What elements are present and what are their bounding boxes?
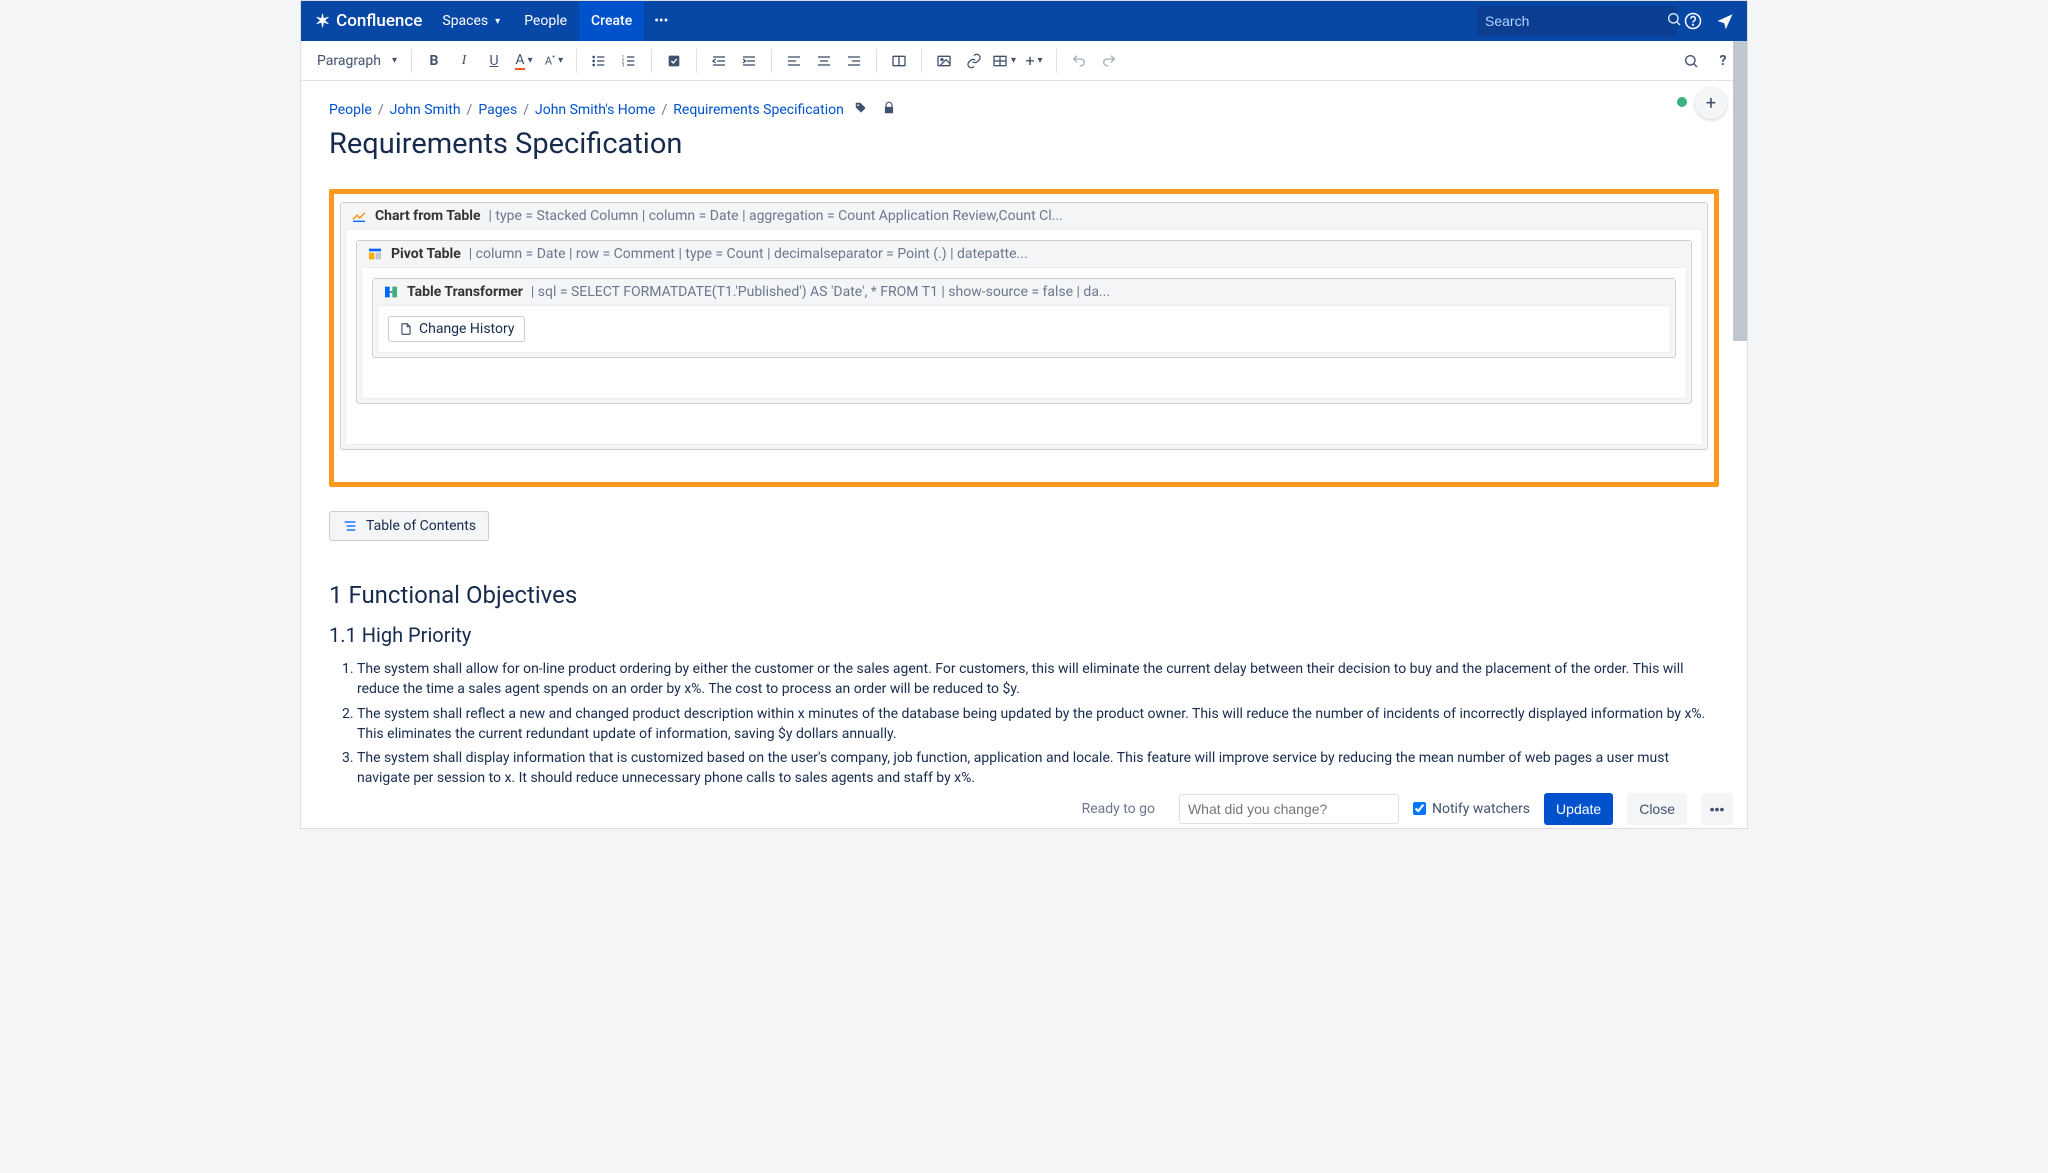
chart-icon bbox=[351, 208, 367, 224]
align-center-button[interactable] bbox=[810, 47, 838, 75]
numbered-list-button[interactable]: 123 bbox=[615, 47, 643, 75]
align-right-button[interactable] bbox=[840, 47, 868, 75]
heading-1[interactable]: 1 Functional Objectives bbox=[329, 581, 1719, 609]
pivot-icon bbox=[367, 246, 383, 262]
collab-status-icon bbox=[1677, 97, 1687, 107]
macro-params: | type = Stacked Column | column = Date … bbox=[489, 208, 1063, 224]
bold-button[interactable]: B bbox=[420, 47, 448, 75]
macro-params: | column = Date | row = Comment | type =… bbox=[469, 246, 1028, 262]
macro-params: | sql = SELECT FORMATDATE(T1.'Published'… bbox=[531, 284, 1110, 300]
redo-button[interactable] bbox=[1095, 47, 1123, 75]
nav-more[interactable]: ••• bbox=[644, 1, 678, 41]
close-button[interactable]: Close bbox=[1627, 793, 1687, 825]
page-icon bbox=[399, 322, 413, 336]
transformer-icon bbox=[383, 284, 399, 300]
heading-1-1[interactable]: 1.1 High Priority bbox=[329, 623, 1719, 647]
breadcrumb-link[interactable]: John Smith's Home bbox=[535, 102, 655, 118]
find-replace-button[interactable] bbox=[1677, 47, 1705, 75]
help-icon[interactable] bbox=[1677, 12, 1709, 30]
labels-icon[interactable] bbox=[850, 101, 872, 119]
svg-text:3: 3 bbox=[622, 62, 625, 68]
paragraph-style-select[interactable]: Paragraph bbox=[311, 53, 403, 69]
table-button[interactable] bbox=[990, 47, 1018, 75]
macro-name: Chart from Table bbox=[375, 208, 481, 224]
list-item[interactable]: The system shall reflect a new and chang… bbox=[357, 704, 1719, 745]
search-input[interactable] bbox=[1485, 13, 1666, 29]
highlighted-macro-block: Chart from Table | type = Stacked Column… bbox=[329, 189, 1719, 487]
align-left-button[interactable] bbox=[780, 47, 808, 75]
macro-pivot-table[interactable]: Pivot Table | column = Date | row = Comm… bbox=[356, 240, 1692, 404]
image-button[interactable] bbox=[930, 47, 958, 75]
italic-button[interactable]: I bbox=[450, 47, 478, 75]
link-button[interactable] bbox=[960, 47, 988, 75]
breadcrumb-link[interactable]: John Smith bbox=[390, 102, 461, 118]
nav-spaces[interactable]: Spaces bbox=[430, 1, 512, 41]
create-button[interactable]: Create bbox=[579, 1, 644, 41]
app-name: Confluence bbox=[336, 11, 422, 31]
footer-more-button[interactable]: ••• bbox=[1701, 793, 1733, 825]
task-list-button[interactable] bbox=[660, 47, 688, 75]
change-comment-input[interactable] bbox=[1179, 794, 1399, 824]
confluence-icon: ✶ bbox=[315, 11, 330, 32]
bullet-list-button[interactable] bbox=[585, 47, 613, 75]
add-content-fab[interactable]: + bbox=[1695, 87, 1727, 119]
macro-name: Pivot Table bbox=[391, 246, 461, 262]
top-nav: ✶ Confluence Spaces People Create ••• bbox=[301, 1, 1747, 41]
nav-people[interactable]: People bbox=[512, 1, 579, 41]
scrollbar[interactable] bbox=[1733, 41, 1747, 341]
editor-toolbar: Paragraph B I U A A• 123 bbox=[301, 41, 1747, 81]
macro-toc[interactable]: Table of Contents bbox=[329, 511, 489, 541]
status-text: Ready to go bbox=[1082, 801, 1155, 817]
page-title[interactable]: Requirements Specification bbox=[329, 127, 1719, 161]
list-item[interactable]: The system shall allow for on-line produ… bbox=[357, 659, 1719, 700]
breadcrumb-link[interactable]: People bbox=[329, 102, 372, 118]
breadcrumb-link[interactable]: Pages bbox=[478, 102, 517, 118]
notify-watchers-toggle[interactable]: Notify watchers bbox=[1413, 801, 1530, 817]
breadcrumb: People/ John Smith/ Pages/ John Smith's … bbox=[329, 101, 1719, 119]
macro-chart-from-table[interactable]: Chart from Table | type = Stacked Column… bbox=[340, 202, 1708, 450]
app-logo[interactable]: ✶ Confluence bbox=[307, 11, 430, 32]
breadcrumb-link[interactable]: Requirements Specification bbox=[673, 102, 844, 118]
indent-button[interactable] bbox=[735, 47, 763, 75]
text-color-button[interactable]: A bbox=[510, 47, 538, 75]
macro-table-transformer[interactable]: Table Transformer | sql = SELECT FORMATD… bbox=[372, 278, 1676, 358]
notify-checkbox[interactable] bbox=[1413, 802, 1426, 815]
toc-icon bbox=[342, 518, 358, 534]
notifications-icon[interactable] bbox=[1709, 12, 1741, 30]
underline-button[interactable]: U bbox=[480, 47, 508, 75]
undo-button[interactable] bbox=[1065, 47, 1093, 75]
macro-name: Table Transformer bbox=[407, 284, 523, 300]
list-item[interactable]: The system shall display information tha… bbox=[357, 748, 1719, 789]
more-formatting-button[interactable]: A• bbox=[540, 47, 568, 75]
search-box[interactable] bbox=[1477, 6, 1677, 36]
layout-button[interactable] bbox=[885, 47, 913, 75]
insert-more-button[interactable]: + bbox=[1020, 47, 1048, 75]
change-history-chip[interactable]: Change History bbox=[388, 316, 525, 342]
outdent-button[interactable] bbox=[705, 47, 733, 75]
editor-body[interactable]: + People/ John Smith/ Pages/ John Smith'… bbox=[301, 81, 1747, 790]
update-button[interactable]: Update bbox=[1544, 793, 1613, 825]
editor-footer: Ready to go Notify watchers Update Close… bbox=[301, 788, 1747, 828]
page-content[interactable]: 1 Functional Objectives 1.1 High Priorit… bbox=[329, 581, 1719, 789]
restrictions-icon[interactable] bbox=[878, 101, 900, 119]
